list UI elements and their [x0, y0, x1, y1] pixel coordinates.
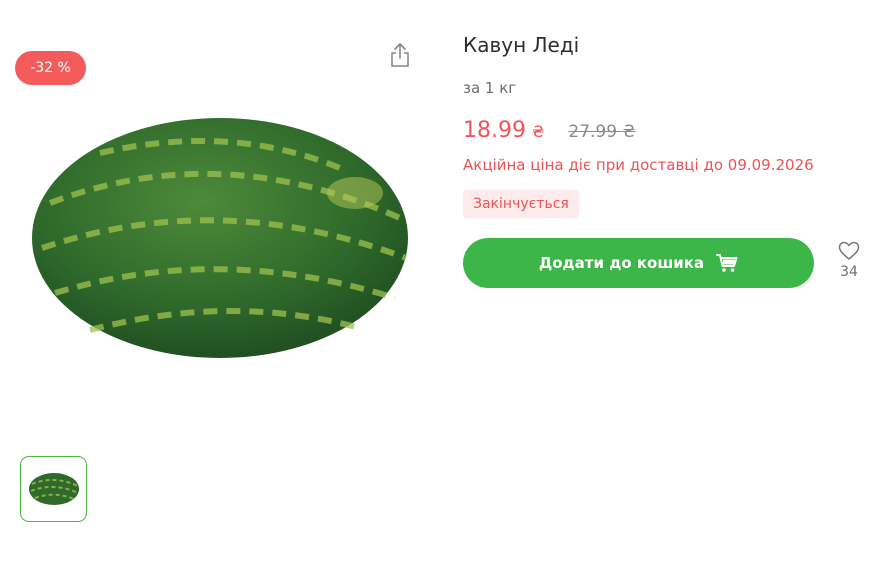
- product-image: [20, 108, 420, 368]
- stock-status-badge: Закінчується: [463, 190, 579, 218]
- price-row: 18.99 ₴ 27.99 ₴: [463, 118, 636, 143]
- favorites-count: 34: [840, 264, 858, 280]
- thumbnail-image[interactable]: [20, 456, 87, 522]
- share-button[interactable]: [387, 41, 413, 69]
- discount-badge: -32 %: [15, 51, 86, 85]
- product-title: Кавун Леді: [463, 33, 580, 57]
- add-to-cart-label: Додати до кошика: [538, 254, 705, 272]
- heart-icon: [838, 241, 860, 260]
- share-icon: [391, 43, 409, 67]
- current-price: 18.99: [463, 118, 526, 143]
- product-unit: за 1 кг: [463, 79, 517, 97]
- add-to-cart-button[interactable]: Додати до кошика: [463, 238, 814, 288]
- old-price: 27.99 ₴: [568, 122, 636, 142]
- currency-symbol: ₴: [531, 122, 545, 141]
- promo-text: Акційна ціна діє при доставці до 09.09.2…: [463, 156, 814, 174]
- cart-icon: [716, 253, 738, 273]
- favorite-button[interactable]: 34: [834, 241, 864, 280]
